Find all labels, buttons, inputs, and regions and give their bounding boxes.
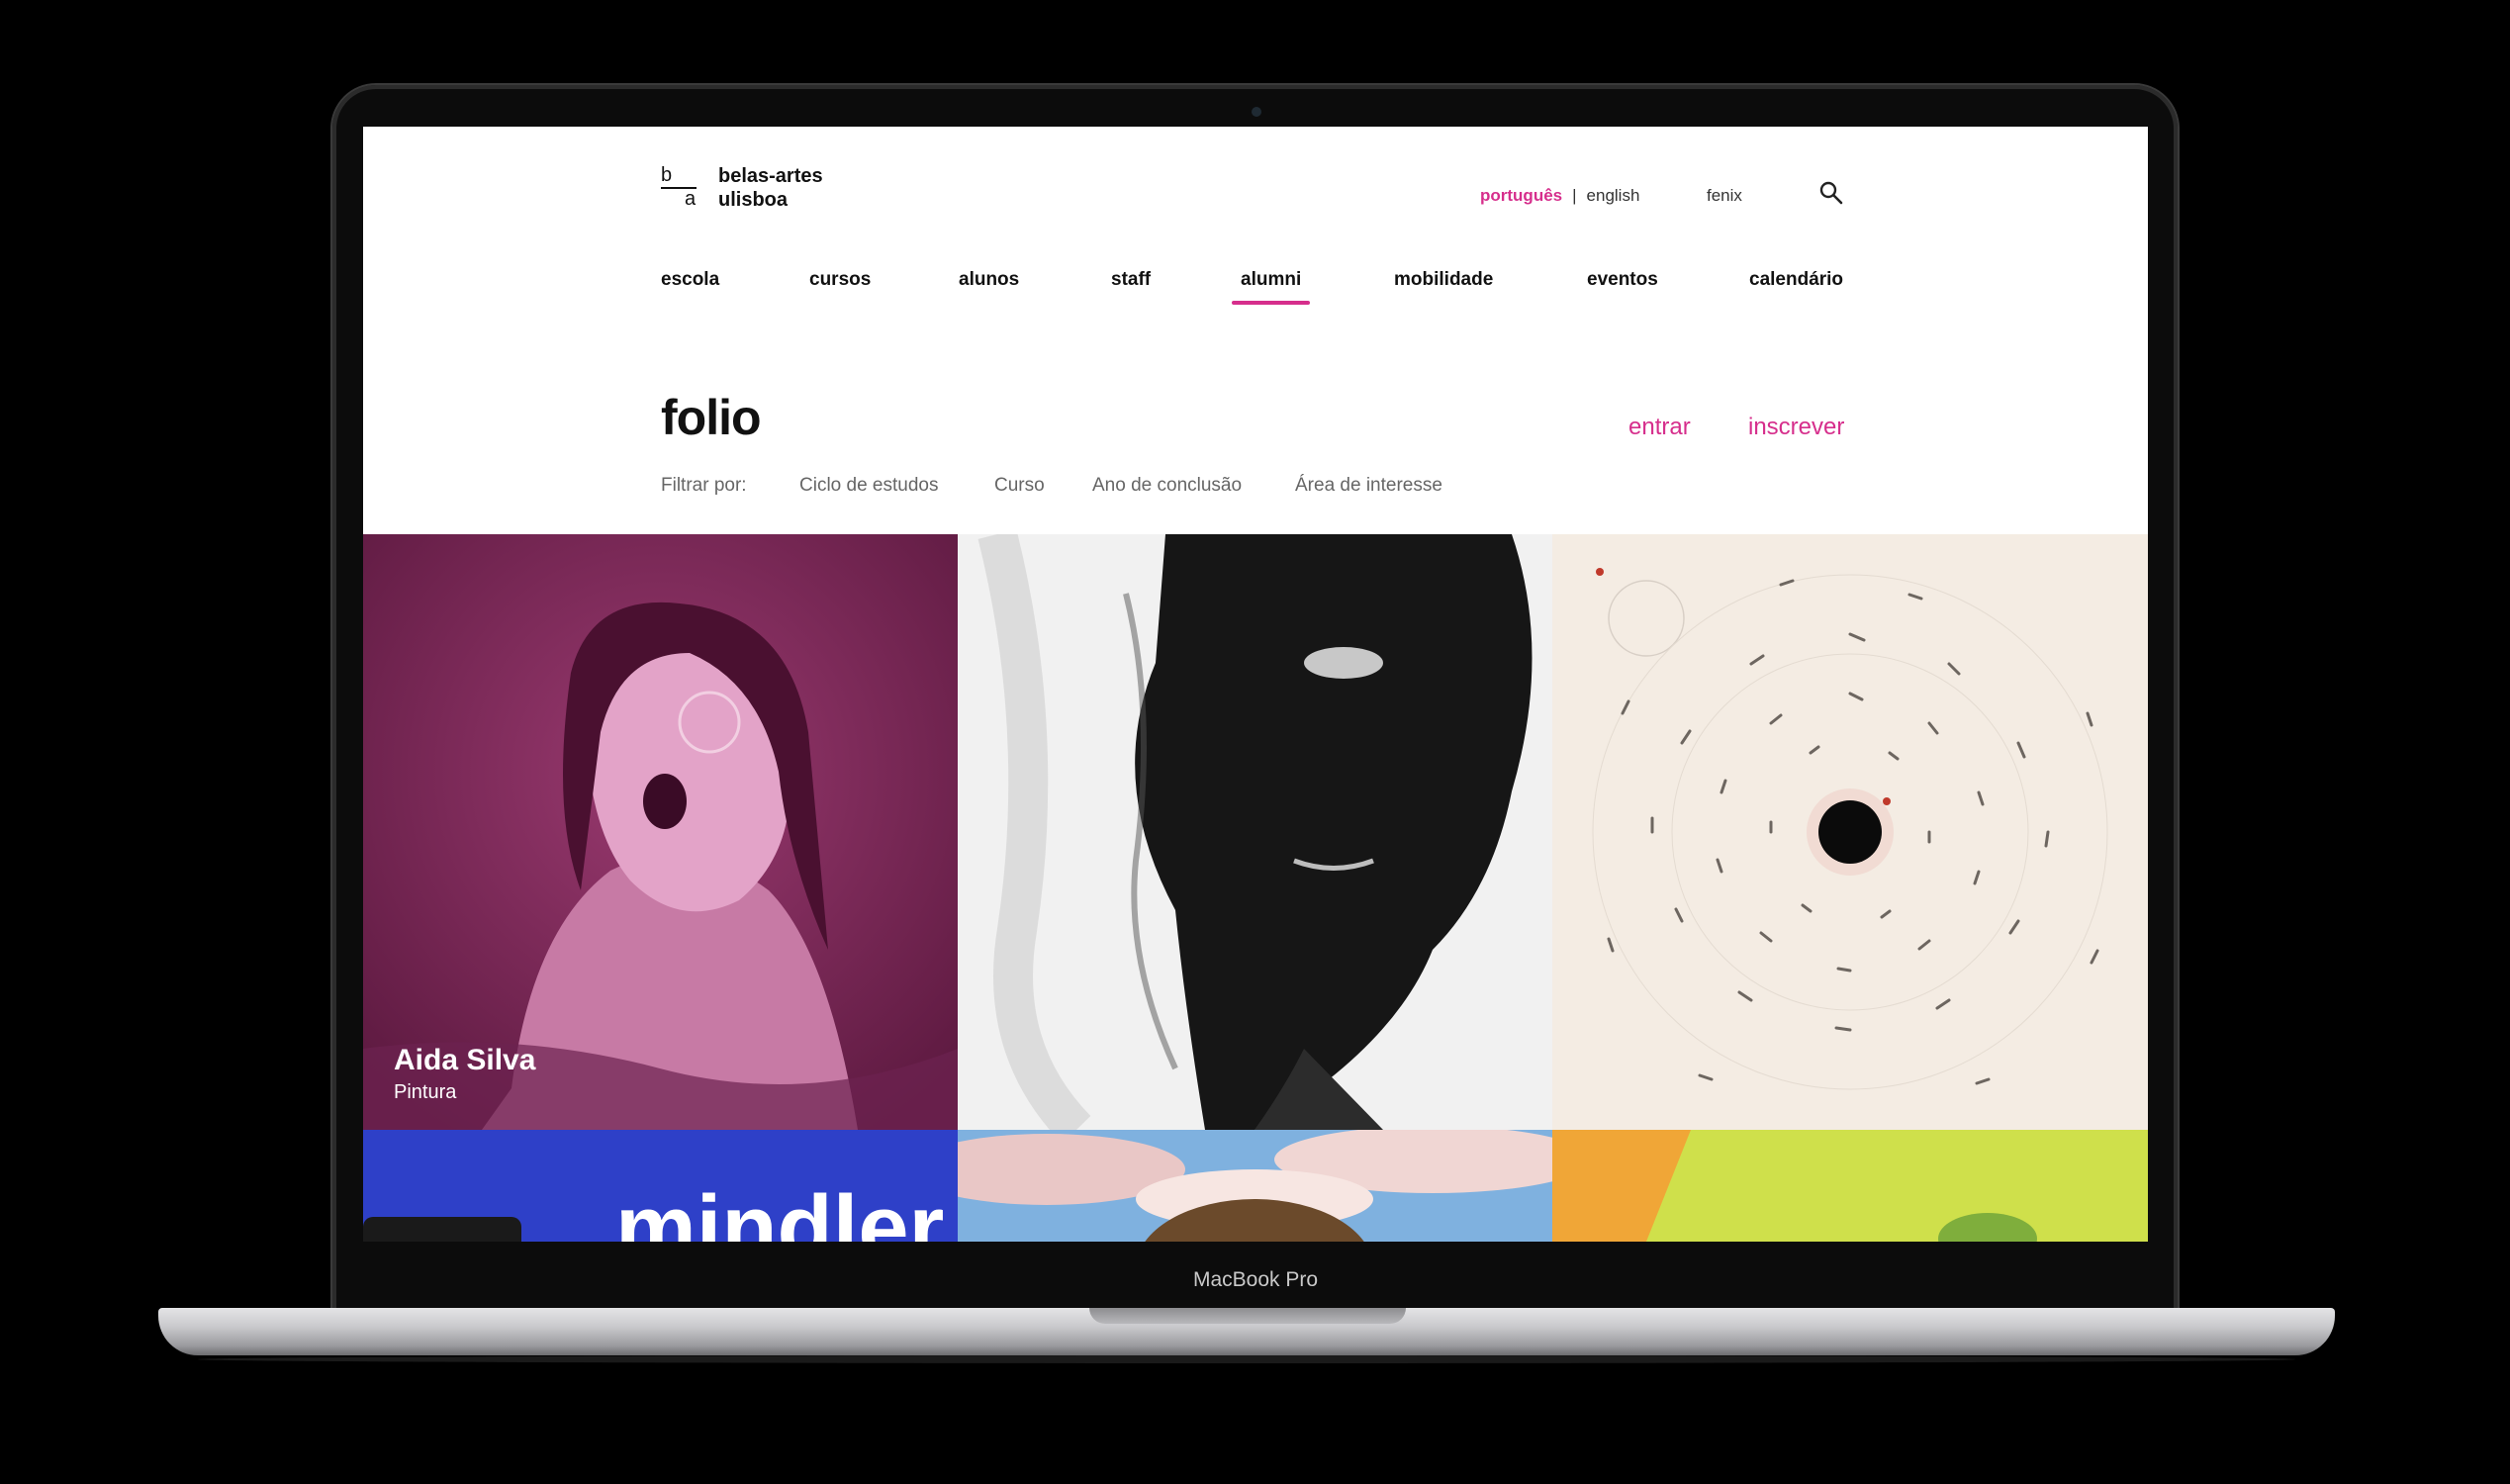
filter-area[interactable]: Área de interesse [1295,475,1442,497]
alumni-course: Pintura [394,1081,457,1103]
alumni-name: Aida Silva [394,1044,536,1076]
nav-escola[interactable]: escola [661,269,719,291]
filter-label: Filtrar por: [661,475,747,496]
gallery-tile-aida-silva[interactable]: Aida Silva Pintura [363,534,958,1130]
device-label: MacBook Pro [1192,1268,1319,1291]
search-icon[interactable] [1818,180,1844,206]
nav-alumni[interactable]: alumni [1231,269,1311,305]
nav-calendario[interactable]: calendário [1749,269,1843,291]
artwork-clouds [958,1130,1552,1242]
artwork-mindler-poster: mindler [363,1130,958,1242]
artwork-spiral-flock [1552,534,2148,1130]
nav-mobilidade[interactable]: mobilidade [1394,269,1493,291]
gallery-tile-6[interactable] [1552,1130,2148,1242]
laptop-shadow [198,1355,2295,1363]
logo-mark: b a [661,164,697,210]
nav-alunos[interactable]: alunos [959,269,1019,291]
lang-english[interactable]: english [1587,186,1640,206]
page-title: folio [661,390,762,445]
logo-line-1: belas-artes [718,165,823,187]
gallery-tile-2[interactable] [958,534,1552,1130]
artwork-color-field [1552,1130,2148,1242]
logo-line-2: ulisboa [718,189,789,211]
logo-mark-a: a [685,188,697,210]
login-link[interactable]: entrar [1628,414,1691,441]
gallery-tile-5[interactable] [958,1130,1552,1242]
language-switcher: português | english [1480,186,1639,206]
lang-separator: | [1572,186,1577,205]
nav-eventos[interactable]: eventos [1587,269,1658,291]
lang-portugues[interactable]: português [1480,186,1562,206]
fenix-link[interactable]: fenix [1707,186,1742,206]
main-nav: escola cursos alunos staff alumni mobili… [661,269,1851,309]
tile-caption: Aida Silva Pintura [394,1044,535,1104]
gallery-tile-3[interactable] [1552,534,2148,1130]
nav-cursos[interactable]: cursos [809,269,871,291]
nav-staff[interactable]: staff [1111,269,1151,291]
site-logo[interactable]: b a belas-artes ulisboa [661,164,823,212]
filter-ciclo[interactable]: Ciclo de estudos [799,475,938,497]
logo-text: belas-artes ulisboa [718,164,823,212]
filter-curso[interactable]: Curso [994,475,1045,497]
artwork-painting-girl [363,534,958,1130]
signup-link[interactable]: inscrever [1748,414,1844,441]
filter-ano[interactable]: Ano de conclusão [1092,475,1242,497]
logo-mark-b: b [661,164,673,186]
mindler-text: mindler [615,1177,944,1242]
browser-screen: b a belas-artes ulisboa português | engl… [363,127,2148,1242]
laptop-notch [1089,1308,1406,1324]
camera-icon [1252,107,1261,117]
gallery-tile-4[interactable]: mindler [363,1130,958,1242]
artwork-charcoal-portrait [958,534,1552,1130]
